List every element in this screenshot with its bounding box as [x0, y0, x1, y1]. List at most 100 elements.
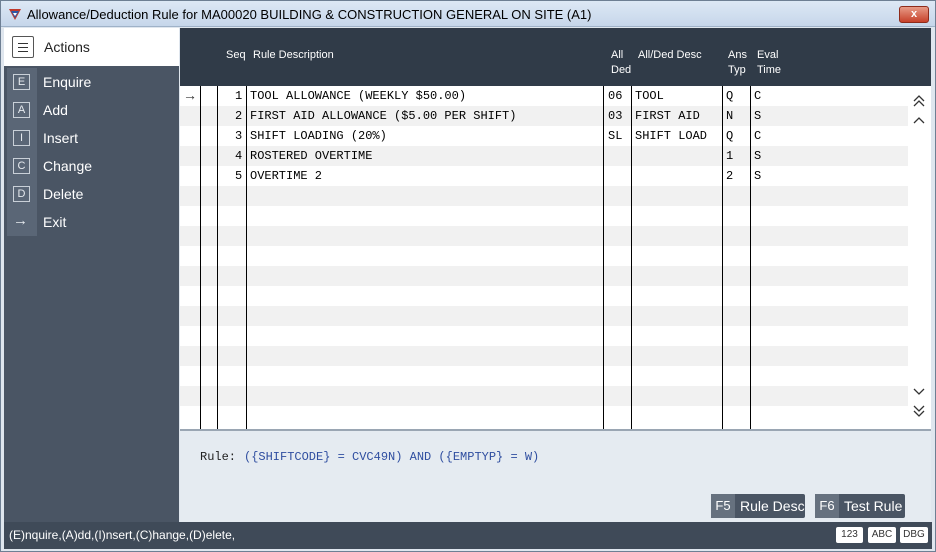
cell-ans-typ: N: [726, 109, 734, 123]
col-header-eval-time-line2[interactable]: Time: [757, 63, 781, 78]
action-change[interactable]: C Change: [4, 152, 179, 180]
empty-row[interactable]: [180, 366, 908, 386]
action-label: Delete: [43, 186, 84, 202]
cell-all-ded-desc: TOOL: [635, 89, 664, 103]
column-divider: [722, 86, 723, 429]
table-row[interactable]: 3 SHIFT LOADING (20%) SL SHIFT LOAD Q C: [180, 126, 908, 146]
change-key-icon: C: [13, 158, 30, 174]
column-divider: [631, 86, 632, 429]
rule-desc-label: Rule Desc: [740, 498, 805, 514]
column-divider: [200, 86, 201, 429]
empty-row[interactable]: [180, 386, 908, 406]
cell-eval-time: C: [754, 89, 762, 103]
actions-header[interactable]: Actions: [4, 28, 179, 66]
empty-row[interactable]: [180, 266, 908, 286]
actions-title: Actions: [44, 39, 90, 55]
table-row[interactable]: 5 OVERTIME 2 2 S: [180, 166, 908, 186]
status-text: (E)nquire,(A)dd,(I)nsert,(C)hange,(D)ele…: [9, 528, 236, 542]
cell-eval-time: S: [754, 149, 762, 163]
action-label: Change: [43, 158, 93, 174]
action-insert[interactable]: I Insert: [4, 124, 179, 152]
table-row[interactable]: 2 FIRST AID ALLOWANCE ($5.00 PER SHIFT) …: [180, 106, 908, 126]
close-button[interactable]: x: [899, 6, 929, 23]
col-header-all-ded-desc[interactable]: All/Ded Desc: [638, 48, 702, 63]
rules-grid: → 1 TOOL ALLOWANCE (WEEKLY $50.00) 06 TO…: [180, 86, 931, 429]
current-row-arrow-icon: →: [183, 87, 197, 103]
rule-expression: ({SHIFTCODE} = CVC49N) AND ({EMPTYP} = W…: [244, 450, 540, 464]
rule-label: Rule:: [200, 450, 237, 464]
cell-all-ded: 03: [608, 109, 623, 123]
empty-row[interactable]: [180, 186, 908, 206]
test-rule-button[interactable]: F6 Test Rule: [815, 494, 905, 518]
debug-badge[interactable]: DBG: [900, 527, 928, 543]
enquire-key-icon: E: [13, 74, 30, 90]
cell-seq: 1: [235, 89, 243, 103]
cell-rule-description: ROSTERED OVERTIME: [250, 149, 373, 163]
action-label: Exit: [43, 214, 67, 230]
rule-desc-button[interactable]: F5 Rule Desc: [711, 494, 805, 518]
empty-row[interactable]: [180, 206, 908, 226]
app-logo-icon: [9, 9, 21, 20]
scroll-bottom-icon[interactable]: [912, 404, 926, 418]
col-header-all-ded-line2[interactable]: Ded: [611, 63, 631, 78]
action-label: Insert: [43, 130, 79, 146]
col-header-seq[interactable]: Seq: [226, 48, 246, 63]
grid-header: Seq Rule Description All Ded All/Ded Des…: [180, 28, 931, 86]
column-divider: [603, 86, 604, 429]
test-rule-label: Test Rule: [844, 498, 903, 514]
column-divider: [217, 86, 218, 429]
cell-seq: 5: [235, 169, 243, 183]
empty-row[interactable]: [180, 306, 908, 326]
rule-panel: Rule: ({SHIFTCODE} = CVC49N) AND ({EMPTY…: [180, 429, 931, 522]
alpha-mode-badge: ABC: [868, 527, 896, 543]
hamburger-menu-icon[interactable]: [12, 36, 34, 58]
action-delete[interactable]: D Delete: [4, 180, 179, 208]
table-row[interactable]: → 1 TOOL ALLOWANCE (WEEKLY $50.00) 06 TO…: [180, 86, 908, 106]
cell-seq: 3: [235, 129, 243, 143]
cell-rule-description: FIRST AID ALLOWANCE ($5.00 PER SHIFT): [250, 109, 517, 123]
empty-row[interactable]: [180, 326, 908, 346]
empty-row[interactable]: [180, 286, 908, 306]
empty-row[interactable]: [180, 406, 908, 426]
empty-row[interactable]: [180, 346, 908, 366]
numeric-mode-badge: 123: [836, 527, 863, 543]
cell-rule-description: OVERTIME 2: [250, 169, 323, 183]
f6-key: F6: [815, 494, 839, 518]
cell-all-ded: 06: [608, 89, 623, 103]
table-row[interactable]: 4 ROSTERED OVERTIME 1 S: [180, 146, 908, 166]
cell-rule-description: TOOL ALLOWANCE (WEEKLY $50.00): [250, 89, 467, 103]
cell-ans-typ: 2: [726, 169, 734, 183]
column-divider: [246, 86, 247, 429]
col-header-ans-typ-line2[interactable]: Typ: [728, 63, 746, 78]
exit-icon: →: [13, 212, 28, 229]
f5-key: F5: [711, 494, 735, 518]
title-bar: Allowance/Deduction Rule for MA00020 BUI…: [1, 1, 935, 27]
add-key-icon: A: [13, 102, 30, 118]
cell-eval-time: S: [754, 109, 762, 123]
cell-seq: 2: [235, 109, 243, 123]
cell-ans-typ: 1: [726, 149, 734, 163]
col-header-rule-description[interactable]: Rule Description: [253, 48, 334, 63]
scroll-top-icon[interactable]: [912, 94, 926, 108]
cell-rule-description: SHIFT LOADING (20%): [250, 129, 387, 143]
cell-all-ded: SL: [608, 129, 623, 143]
empty-row[interactable]: [180, 226, 908, 246]
col-header-all-ded-line1[interactable]: All: [611, 48, 623, 63]
grid-scrollbar[interactable]: [908, 86, 931, 429]
actions-sidebar: Actions E Enquire A Add I Insert C Chang…: [4, 28, 179, 523]
action-enquire[interactable]: E Enquire: [4, 68, 179, 96]
action-exit[interactable]: → Exit: [4, 208, 179, 236]
status-bar: (E)nquire,(A)dd,(I)nsert,(C)hange,(D)ele…: [4, 522, 932, 549]
col-header-ans-typ-line1[interactable]: Ans: [728, 48, 747, 63]
action-add[interactable]: A Add: [4, 96, 179, 124]
empty-row[interactable]: [180, 246, 908, 266]
insert-key-icon: I: [13, 130, 30, 146]
cell-all-ded-desc: FIRST AID: [635, 109, 700, 123]
delete-key-icon: D: [13, 186, 30, 202]
window-title: Allowance/Deduction Rule for MA00020 BUI…: [27, 7, 592, 22]
col-header-eval-time-line1[interactable]: Eval: [757, 48, 778, 63]
cell-eval-time: C: [754, 129, 762, 143]
scroll-up-icon[interactable]: [912, 114, 926, 128]
app-window: Allowance/Deduction Rule for MA00020 BUI…: [0, 0, 936, 552]
scroll-down-icon[interactable]: [912, 384, 926, 398]
